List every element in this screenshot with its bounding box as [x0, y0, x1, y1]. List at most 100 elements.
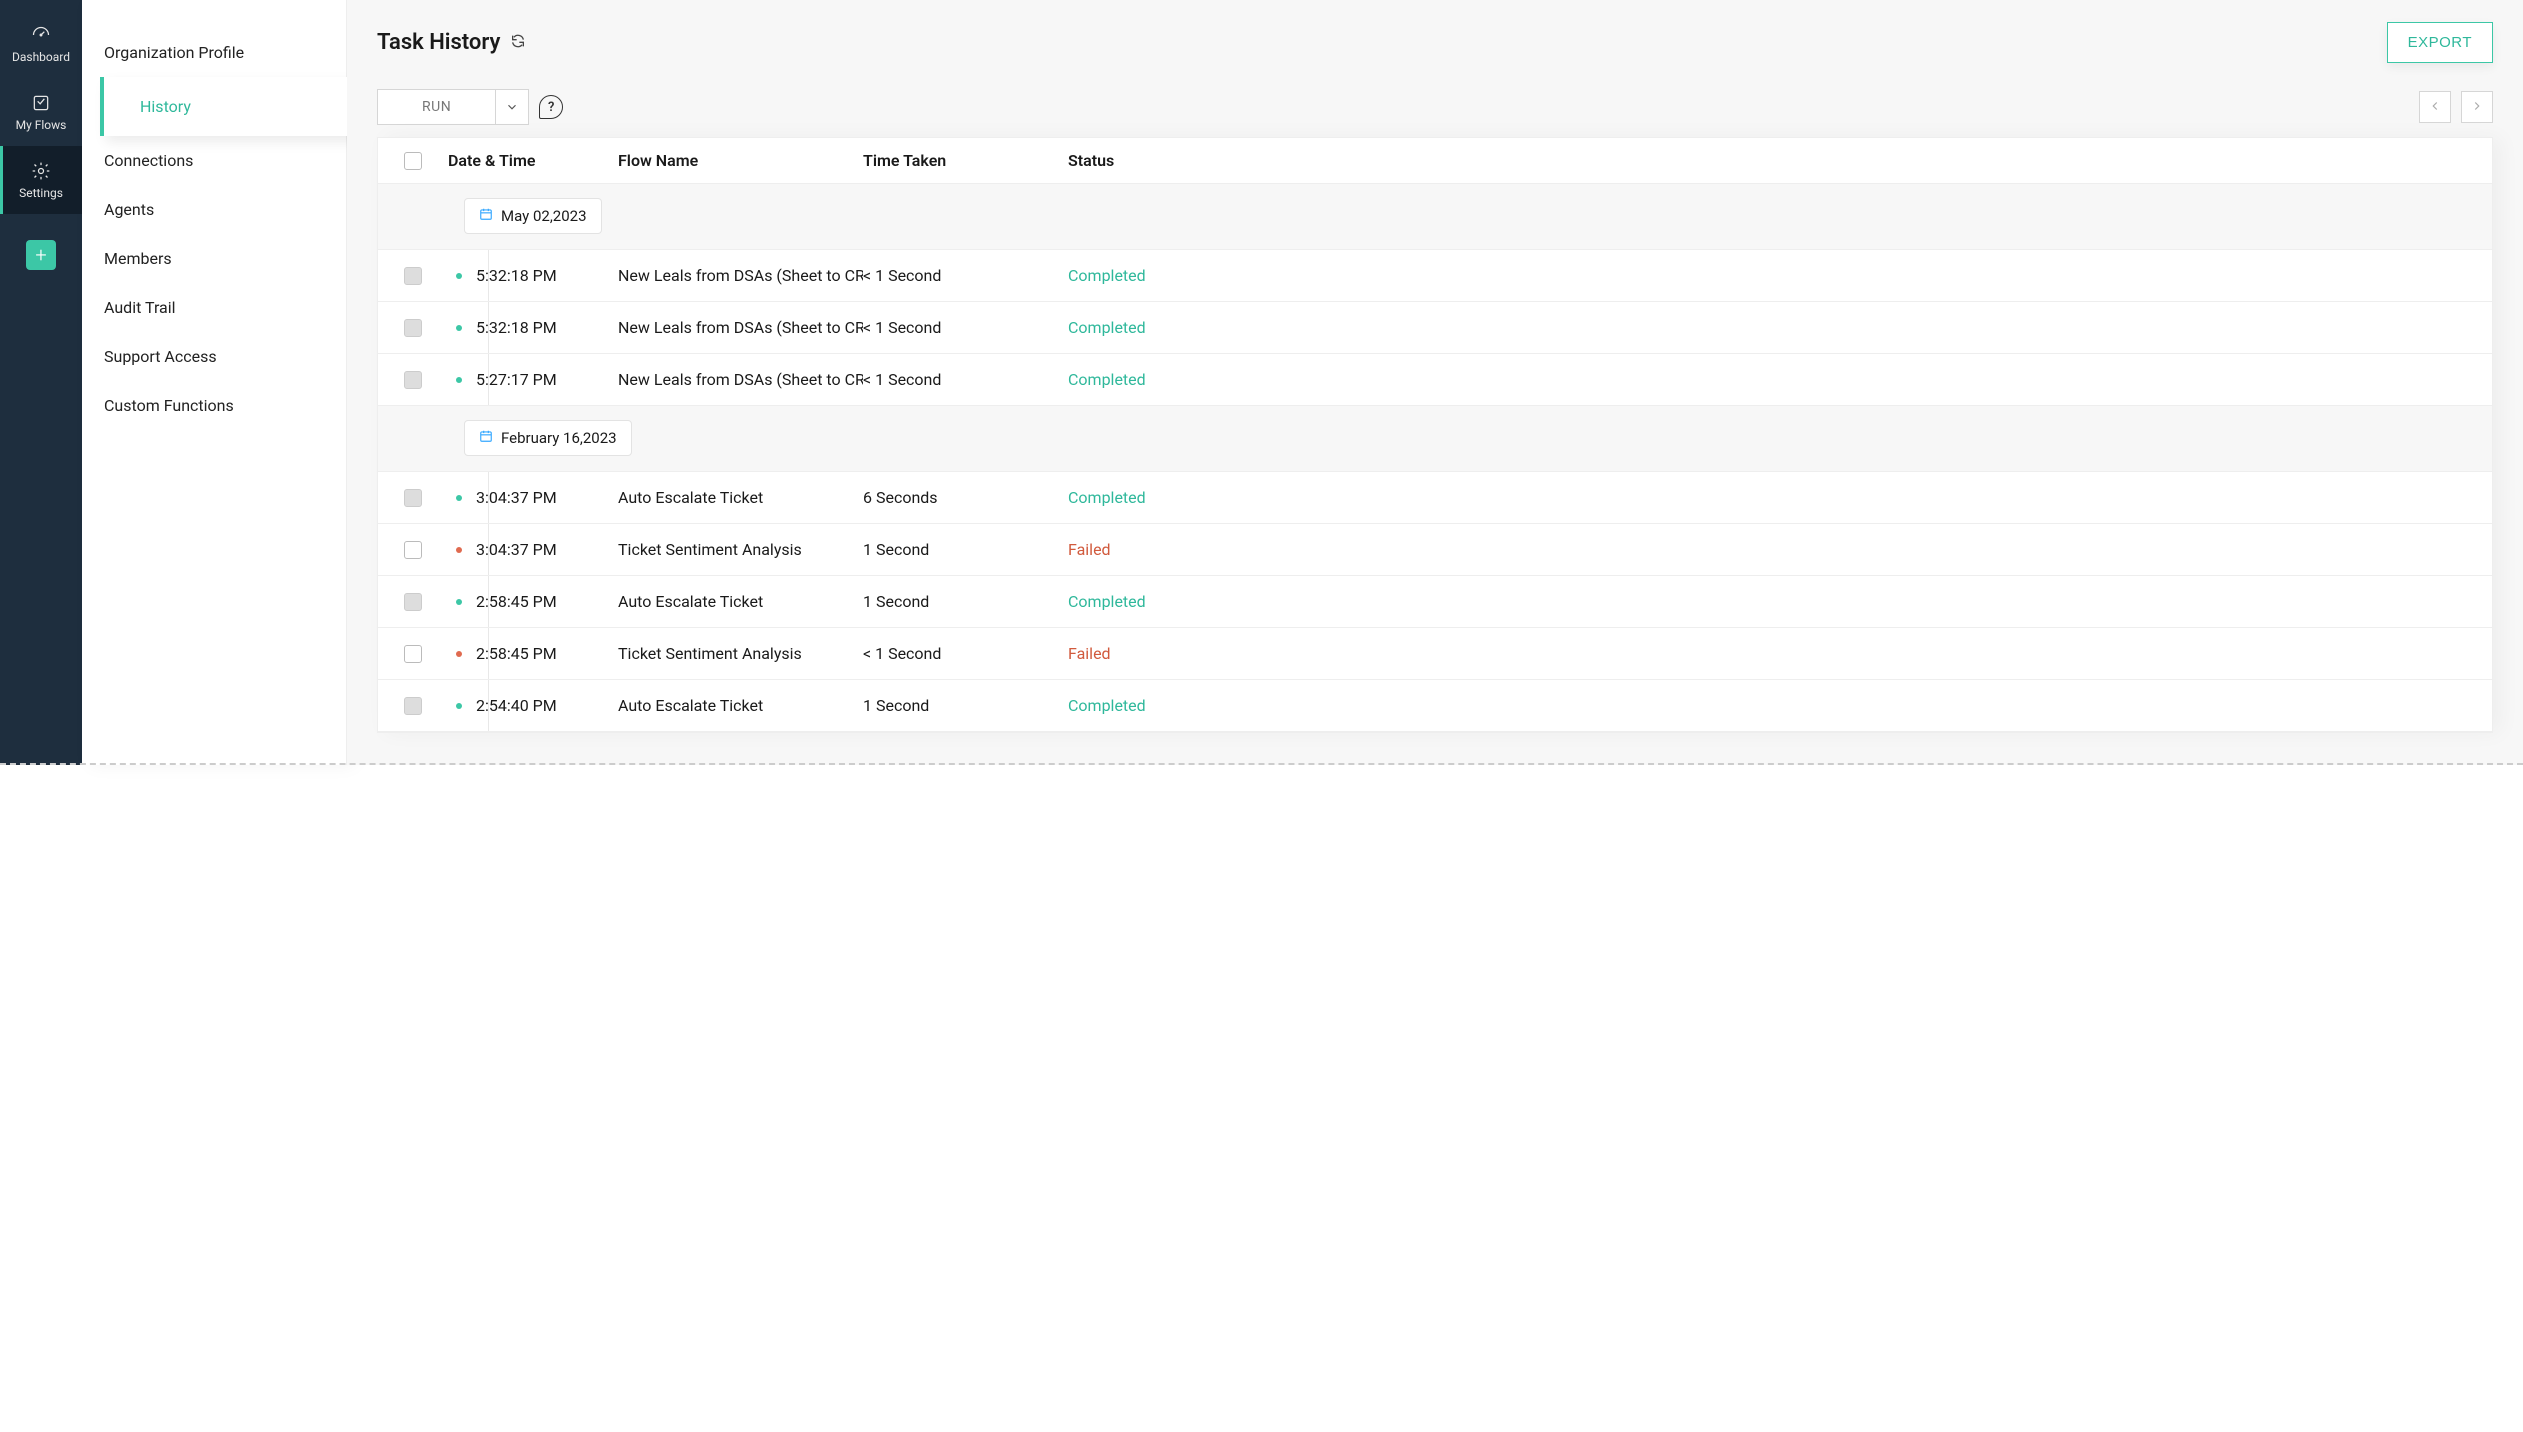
pager-next-button[interactable] — [2461, 91, 2493, 123]
sidebar-item-org-profile[interactable]: Organization Profile — [82, 28, 346, 77]
rail-item-settings[interactable]: Settings — [0, 146, 82, 214]
status-dot-icon — [456, 325, 462, 331]
row-checkbox[interactable] — [404, 371, 422, 389]
time-cell: 2:58:45 PM — [448, 592, 618, 611]
time-cell: 5:27:17 PM — [448, 370, 618, 389]
column-time-taken: Time Taken — [863, 151, 1068, 170]
table-row[interactable]: 2:54:40 PMAuto Escalate Ticket1 SecondCo… — [378, 680, 2492, 732]
app-root: Dashboard My Flows Settings + Organizati… — [0, 0, 2523, 765]
row-checkbox[interactable] — [404, 697, 422, 715]
table-row[interactable]: 5:32:18 PMNew Leals from DSAs (Sheet to … — [378, 302, 2492, 354]
flow-name-cell: Ticket Sentiment Analysis — [618, 644, 863, 663]
gauge-icon — [30, 24, 52, 46]
sidebar-item-members[interactable]: Members — [82, 234, 346, 283]
time-cell: 5:32:18 PM — [448, 318, 618, 337]
flow-name-cell: Auto Escalate Ticket — [618, 488, 863, 507]
help-label: ? — [548, 100, 554, 115]
rail-item-myflows[interactable]: My Flows — [0, 78, 82, 146]
status-dot-icon — [456, 377, 462, 383]
page-title: Task History — [377, 30, 526, 55]
time-taken-cell: < 1 Second — [863, 370, 1068, 389]
chevron-down-icon[interactable] — [496, 90, 528, 124]
flow-name-cell: New Leals from DSAs (Sheet to CRM) — [618, 370, 863, 389]
flow-name-cell: Auto Escalate Ticket — [618, 696, 863, 715]
time-cell: 5:32:18 PM — [448, 266, 618, 285]
select-all-checkbox[interactable] — [404, 152, 422, 170]
column-status: Status — [1068, 151, 1233, 170]
sidebar-item-label: Connections — [104, 151, 193, 170]
status-dot-icon — [456, 651, 462, 657]
table-row[interactable]: 2:58:45 PMAuto Escalate Ticket1 SecondCo… — [378, 576, 2492, 628]
row-checkbox[interactable] — [404, 541, 422, 559]
status-cell: Failed — [1068, 644, 1233, 663]
time-text: 2:58:45 PM — [476, 644, 557, 663]
date-badge: February 16,2023 — [464, 420, 632, 456]
rail-item-label: My Flows — [16, 118, 67, 132]
sidebar-item-custom-functions[interactable]: Custom Functions — [82, 381, 346, 430]
settings-sidebar: Organization Profile History Connections… — [82, 0, 347, 765]
export-button[interactable]: EXPORT — [2387, 22, 2493, 63]
date-label: May 02,2023 — [501, 207, 587, 225]
row-checkbox[interactable] — [404, 645, 422, 663]
row-checkbox[interactable] — [404, 489, 422, 507]
time-text: 3:04:37 PM — [476, 488, 557, 507]
help-button[interactable]: ? — [539, 95, 563, 119]
toolbar-row: RUN ? — [377, 89, 2493, 125]
table-row[interactable]: 3:04:37 PMTicket Sentiment Analysis1 Sec… — [378, 524, 2492, 576]
status-cell: Completed — [1068, 696, 1233, 715]
time-text: 2:58:45 PM — [476, 592, 557, 611]
run-group: RUN ? — [377, 89, 563, 125]
page-title-text: Task History — [377, 30, 500, 55]
calendar-icon — [479, 429, 493, 447]
table-body: May 02,20235:32:18 PMNew Leals from DSAs… — [378, 184, 2492, 732]
flow-name-cell: New Leals from DSAs (Sheet to CRM) — [618, 318, 863, 337]
crop-divider — [0, 763, 2523, 765]
table-header: Date & Time Flow Name Time Taken Status — [378, 138, 2492, 184]
gear-icon — [30, 160, 52, 182]
sidebar-item-support-access[interactable]: Support Access — [82, 332, 346, 381]
row-checkbox[interactable] — [404, 593, 422, 611]
status-cell: Failed — [1068, 540, 1233, 559]
sidebar-item-agents[interactable]: Agents — [82, 185, 346, 234]
status-cell: Completed — [1068, 488, 1233, 507]
time-taken-cell: < 1 Second — [863, 266, 1068, 285]
time-text: 5:27:17 PM — [476, 370, 557, 389]
sidebar-subitem-history[interactable]: History — [100, 77, 376, 136]
row-checkbox[interactable] — [404, 319, 422, 337]
sidebar-item-label: Custom Functions — [104, 396, 234, 415]
table-row[interactable]: 5:32:18 PM New Leals from DSAs (Sheet to … — [378, 250, 2492, 302]
refresh-icon[interactable] — [510, 30, 526, 55]
time-text: 5:32:18 PM — [476, 266, 557, 285]
flow-name-cell: New Leals from DSAs (Sheet to CRM) — [618, 266, 863, 285]
sidebar-item-connections[interactable]: Connections — [82, 136, 346, 185]
time-taken-cell: < 1 Second — [863, 318, 1068, 337]
pager — [2419, 91, 2493, 123]
time-taken-cell: 1 Second — [863, 540, 1068, 559]
flow-name-cell: Ticket Sentiment Analysis — [618, 540, 863, 559]
table-row[interactable]: 2:58:45 PMTicket Sentiment Analysis< 1 S… — [378, 628, 2492, 680]
pager-prev-button[interactable] — [2419, 91, 2451, 123]
table-row[interactable]: 3:04:37 PMAuto Escalate Ticket6 SecondsC… — [378, 472, 2492, 524]
calendar-icon — [479, 207, 493, 225]
date-group-header: May 02,2023 — [378, 184, 2492, 250]
time-cell: 3:04:37 PM — [448, 488, 618, 507]
rail-item-dashboard[interactable]: Dashboard — [0, 10, 82, 78]
status-dot-icon — [456, 495, 462, 501]
sidebar-item-audit-trail[interactable]: Audit Trail — [82, 283, 346, 332]
sidebar-item-label: History — [140, 97, 191, 116]
column-date-time: Date & Time — [448, 151, 618, 170]
chevron-left-icon — [2428, 99, 2442, 116]
status-dot-icon — [456, 273, 462, 279]
status-cell: Completed — [1068, 318, 1233, 337]
sidebar-item-label: Organization Profile — [104, 43, 244, 62]
run-split-button[interactable]: RUN — [377, 89, 529, 125]
add-button[interactable]: + — [26, 240, 56, 270]
table-row[interactable]: 5:27:17 PM New Leals from DSAs (Sheet to … — [378, 354, 2492, 406]
run-label[interactable]: RUN — [378, 90, 496, 124]
rail-item-label: Dashboard — [12, 50, 70, 64]
time-cell: 2:54:40 PM — [448, 696, 618, 715]
row-checkbox[interactable] — [404, 267, 422, 285]
status-cell: Completed — [1068, 592, 1233, 611]
column-flow-name: Flow Name — [618, 151, 863, 170]
chevron-right-icon — [2470, 99, 2484, 116]
